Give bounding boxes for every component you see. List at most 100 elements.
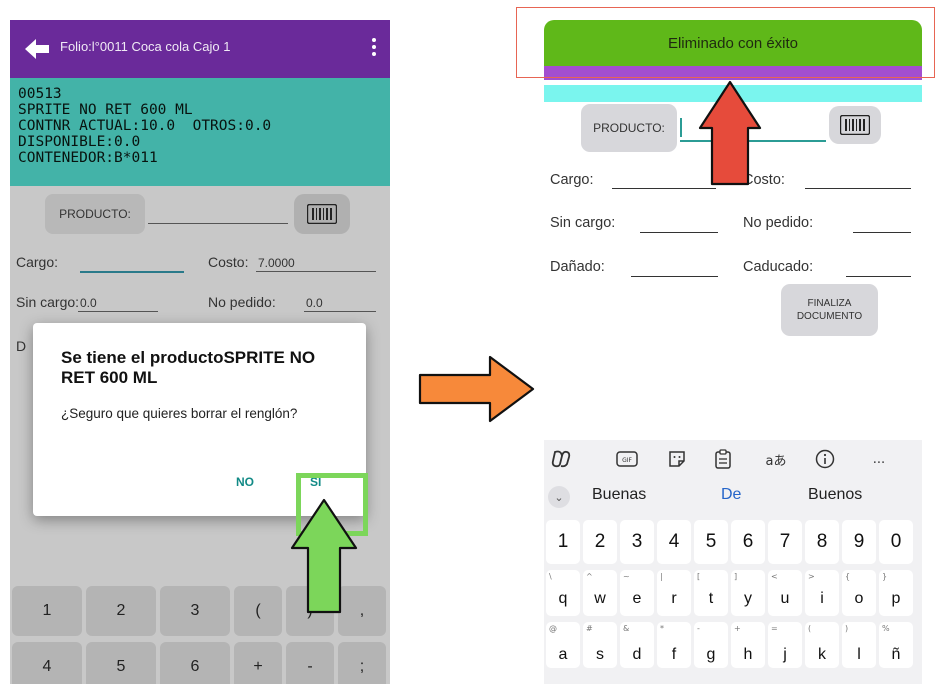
sin-cargo-input[interactable]	[640, 232, 718, 233]
producto-input[interactable]	[680, 140, 826, 142]
copilot-icon[interactable]	[548, 448, 574, 470]
key-w[interactable]: ^ w	[583, 570, 617, 616]
producto-line	[148, 223, 288, 224]
key-p[interactable]: } p	[879, 570, 913, 616]
costo-input[interactable]	[805, 188, 911, 189]
key-paren-open[interactable]: (	[234, 586, 282, 636]
key-5[interactable]: 5	[694, 520, 728, 564]
more-options-icon[interactable]	[372, 38, 376, 58]
key-comma[interactable]: ,	[338, 586, 386, 636]
sin-cargo-label: Sin cargo:	[550, 215, 616, 231]
gif-icon[interactable]: GIF	[614, 448, 640, 470]
producto-button[interactable]: PRODUCTO:	[581, 104, 677, 152]
key-4[interactable]: 4	[657, 520, 691, 564]
key-r[interactable]: | r	[657, 570, 691, 616]
cargo-input[interactable]	[612, 188, 716, 189]
costo-line	[256, 271, 376, 272]
key-hint: -	[697, 624, 700, 633]
key-u[interactable]: < u	[768, 570, 802, 616]
key-3[interactable]: 3	[160, 586, 230, 636]
key-5[interactable]: 5	[86, 642, 156, 684]
sin-cargo-line	[78, 311, 158, 312]
soft-keyboard: GIF aあ ... ⌄ Buenas De Buenos 1 2 3 4 5 …	[544, 440, 922, 684]
no-pedido-label: No pedido:	[208, 294, 276, 310]
info-strip	[544, 85, 922, 102]
key-2[interactable]: 2	[583, 520, 617, 564]
key-6[interactable]: 6	[731, 520, 765, 564]
clipboard-icon[interactable]	[710, 448, 736, 470]
no-pedido-label: No pedido:	[743, 215, 814, 231]
key-label: a	[558, 646, 568, 663]
key-label: l	[857, 646, 861, 663]
no-pedido-input[interactable]	[853, 232, 911, 233]
key-2[interactable]: 2	[86, 586, 156, 636]
key-4[interactable]: 4	[12, 642, 82, 684]
translate-icon[interactable]: aあ	[760, 448, 792, 470]
suggestion-2[interactable]: De	[721, 486, 741, 504]
key-1[interactable]: 1	[546, 520, 580, 564]
key-hint: +	[734, 624, 741, 633]
key-plus[interactable]: +	[234, 642, 282, 684]
caducado-input[interactable]	[846, 276, 911, 277]
barcode-scan-button[interactable]	[829, 106, 881, 144]
key-s[interactable]: # s	[583, 622, 617, 668]
key-label: j	[783, 646, 787, 663]
back-arrow-icon[interactable]	[24, 38, 50, 60]
key-9[interactable]: 9	[842, 520, 876, 564]
key-6[interactable]: 6	[160, 642, 230, 684]
key-hint: {	[845, 572, 851, 581]
finaliza-line1: FINALIZA	[807, 298, 852, 309]
cargo-input[interactable]	[80, 271, 184, 273]
key-8[interactable]: 8	[805, 520, 839, 564]
app-bar-title: Folio:l°0011 Coca cola Cajo 1	[60, 39, 231, 54]
suggestion-3[interactable]: Buenos	[808, 486, 862, 504]
key-i[interactable]: > i	[805, 570, 839, 616]
key-g[interactable]: -g	[694, 622, 728, 668]
key-e[interactable]: ~ e	[620, 570, 654, 616]
barcode-scan-button[interactable]	[294, 194, 350, 234]
more-icon[interactable]: ...	[866, 448, 892, 470]
key-a[interactable]: @ a	[546, 622, 580, 668]
sin-cargo-value[interactable]: 0.0	[80, 296, 97, 310]
finaliza-documento-button[interactable]: FINALIZA DOCUMENTO	[781, 284, 878, 336]
chevron-down-icon[interactable]: ⌄	[548, 486, 570, 508]
key-d[interactable]: & d	[620, 622, 654, 668]
info-icon[interactable]	[812, 448, 838, 470]
contenedor: CONTENEDOR:B*011	[18, 150, 158, 166]
key-label: i	[820, 590, 824, 607]
container-actual: CONTNR ACTUAL:10.0 OTROS:0.0	[18, 118, 272, 134]
key-7[interactable]: 7	[768, 520, 802, 564]
sticker-icon[interactable]	[664, 448, 690, 470]
key-k[interactable]: (k	[805, 622, 839, 668]
key-3[interactable]: 3	[620, 520, 654, 564]
text-cursor	[680, 118, 682, 137]
producto-button[interactable]: PRODUCTO:	[45, 194, 145, 234]
key-h[interactable]: + h	[731, 622, 765, 668]
key-label: e	[632, 590, 642, 607]
cargo-label: Cargo:	[550, 172, 594, 188]
key-semicolon[interactable]: ;	[338, 642, 386, 684]
key-paren-close[interactable]: )	[286, 586, 334, 636]
key-y[interactable]: ] y	[731, 570, 765, 616]
suggestion-1[interactable]: Buenas	[592, 486, 646, 504]
key-l[interactable]: ) l	[842, 622, 876, 668]
key-j[interactable]: = j	[768, 622, 802, 668]
app-bar: Folio:l°0011 Coca cola Cajo 1	[10, 20, 390, 78]
key-o[interactable]: {o	[842, 570, 876, 616]
key-hint: #	[586, 624, 593, 633]
costo-value[interactable]: 7.0000	[258, 256, 295, 270]
key-hint: [	[697, 572, 701, 581]
key-minus[interactable]: -	[286, 642, 334, 684]
key-q[interactable]: \ q	[546, 570, 580, 616]
no-pedido-value[interactable]: 0.0	[306, 296, 323, 310]
key-1[interactable]: 1	[12, 586, 82, 636]
danado-input[interactable]	[631, 276, 718, 277]
key-f[interactable]: * f	[657, 622, 691, 668]
key-0[interactable]: 0	[879, 520, 913, 564]
key-hint: ]	[734, 572, 738, 581]
no-button[interactable]: NO	[236, 475, 254, 489]
key-hint: |	[660, 572, 663, 581]
key-t[interactable]: [t	[694, 570, 728, 616]
key-n-tilde[interactable]: % ñ	[879, 622, 913, 668]
left-screen: Folio:l°0011 Coca cola Cajo 1 00513 SPRI…	[10, 20, 390, 684]
